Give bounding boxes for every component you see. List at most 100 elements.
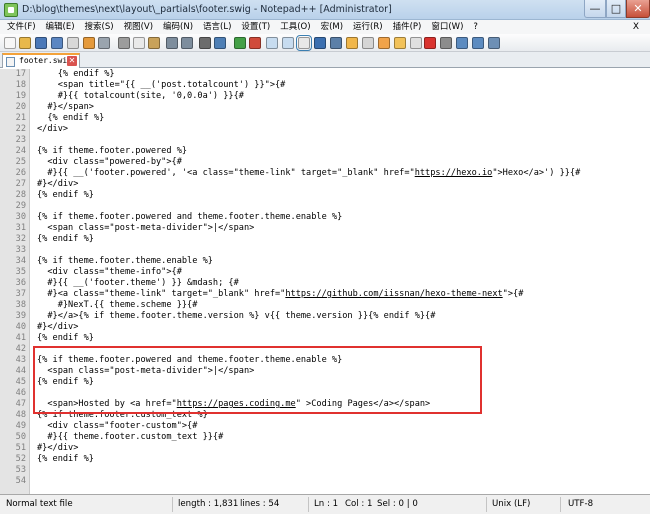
redo-icon[interactable] bbox=[181, 37, 193, 49]
code-line: 40 #}</div> bbox=[0, 322, 650, 333]
title-bar[interactable]: D:\blog\themes\next\layout\_partials\foo… bbox=[0, 0, 650, 20]
menu-view[interactable]: 视图(V) bbox=[119, 20, 158, 34]
show-all-chars-icon[interactable] bbox=[314, 37, 326, 49]
status-bar: Normal text file length : 1,831 lines : … bbox=[0, 494, 650, 514]
save-icon[interactable] bbox=[35, 37, 47, 49]
user-language-icon[interactable] bbox=[346, 37, 358, 49]
menu-search[interactable]: 搜索(S) bbox=[80, 20, 119, 34]
line-number: 29 bbox=[15, 201, 26, 211]
record-macro-icon[interactable] bbox=[424, 37, 436, 49]
code-line: 29 bbox=[0, 201, 650, 212]
maximize-button[interactable]: □ bbox=[606, 0, 626, 18]
find-icon[interactable] bbox=[199, 37, 211, 49]
line-text: {% endif %} bbox=[37, 69, 115, 79]
line-number: 35 bbox=[15, 267, 26, 277]
line-number: 18 bbox=[15, 80, 26, 90]
tab-close-icon[interactable]: ✕ bbox=[67, 56, 77, 66]
line-text: <div class="powered-by">{# bbox=[37, 157, 182, 167]
menu-macro[interactable]: 宏(M) bbox=[316, 20, 348, 34]
zoom-out-icon[interactable] bbox=[249, 37, 261, 49]
play-macro-icon[interactable] bbox=[456, 37, 468, 49]
code-line: 38 #}NexT.{{ theme.scheme }}{# bbox=[0, 300, 650, 311]
menu-settings[interactable]: 设置(T) bbox=[236, 20, 275, 34]
menu-window[interactable]: 窗口(W) bbox=[426, 20, 468, 34]
copy-icon[interactable] bbox=[133, 37, 145, 49]
code-fragment: #}{{ __('footer.powered', '<a class="the… bbox=[37, 168, 415, 178]
line-number: 19 bbox=[15, 91, 26, 101]
line-number: 49 bbox=[15, 421, 26, 431]
notepad-app-icon[interactable] bbox=[4, 3, 18, 17]
line-number: 39 bbox=[15, 311, 26, 321]
play-multiple-macro-icon[interactable] bbox=[472, 37, 484, 49]
code-line: 24 {% if theme.footer.powered %} bbox=[0, 146, 650, 157]
menu-file[interactable]: 文件(F) bbox=[2, 20, 41, 34]
line-number: 43 bbox=[15, 355, 26, 365]
new-file-icon[interactable] bbox=[4, 37, 16, 49]
code-url-link[interactable]: https://hexo.io bbox=[415, 168, 493, 178]
code-url-link[interactable]: https://github.com/iissnan/hexo-theme-ne… bbox=[285, 289, 502, 299]
word-wrap-icon[interactable] bbox=[296, 35, 312, 51]
code-line: 51 #}</div> bbox=[0, 443, 650, 454]
line-text: <span title="{{ __('post.totalcount') }}… bbox=[37, 80, 286, 90]
status-length: length : 1,831 bbox=[178, 499, 239, 509]
save-all-icon[interactable] bbox=[51, 37, 63, 49]
open-file-icon[interactable] bbox=[19, 37, 31, 49]
line-text: #}</div> bbox=[37, 322, 79, 332]
close-all-icon[interactable] bbox=[83, 37, 95, 49]
status-file-type: Normal text file bbox=[6, 499, 73, 509]
undo-icon[interactable] bbox=[166, 37, 178, 49]
line-number: 26 bbox=[15, 168, 26, 178]
close-file-icon[interactable] bbox=[67, 37, 79, 49]
line-text: #}{{ totalcount(site, '0,0.0a') }}{# bbox=[37, 91, 244, 101]
line-number: 47 bbox=[15, 399, 26, 409]
function-list-icon[interactable] bbox=[378, 37, 390, 49]
menu-help[interactable]: ? bbox=[468, 20, 483, 34]
tab-footer-swig[interactable]: footer.swig ✕ bbox=[2, 53, 80, 68]
line-text: #}NexT.{{ theme.scheme }}{# bbox=[37, 300, 198, 310]
code-line: 26 #}{{ __('footer.powered', '<a class="… bbox=[0, 168, 650, 179]
menu-encoding[interactable]: 编码(N) bbox=[158, 20, 198, 34]
file-icon bbox=[6, 57, 15, 67]
code-fragment: #}<a class="theme-link" target="_blank" … bbox=[37, 289, 286, 299]
line-text: #}{{ theme.footer.custom_text }}{# bbox=[37, 432, 224, 442]
menu-plugins[interactable]: 插件(P) bbox=[388, 20, 427, 34]
line-number: 20 bbox=[15, 102, 26, 112]
menu-run[interactable]: 运行(R) bbox=[348, 20, 388, 34]
status-selection: Sel : 0 | 0 bbox=[377, 499, 418, 509]
menu-edit[interactable]: 编辑(E) bbox=[41, 20, 80, 34]
line-number: 52 bbox=[15, 454, 26, 464]
code-line: 36 #}{{ __('footer.theme') }} &mdash; {# bbox=[0, 278, 650, 289]
status-eol: Unix (LF) bbox=[492, 499, 531, 509]
code-editor[interactable]: 17 {% endif %} 18 <span title="{{ __('pos… bbox=[0, 69, 650, 494]
indent-guide-icon[interactable] bbox=[330, 37, 342, 49]
folder-workspace-icon[interactable] bbox=[394, 37, 406, 49]
code-line: 41 {% endif %} bbox=[0, 333, 650, 344]
toolbar bbox=[0, 34, 650, 52]
line-number: 34 bbox=[15, 256, 26, 266]
menu-tools[interactable]: 工具(O) bbox=[275, 20, 315, 34]
close-document-x[interactable]: X bbox=[628, 20, 644, 34]
paste-icon[interactable] bbox=[148, 37, 160, 49]
line-number: 44 bbox=[15, 366, 26, 376]
code-fragment: ">{# bbox=[502, 289, 524, 299]
doc-map-icon[interactable] bbox=[362, 37, 374, 49]
save-macro-icon[interactable] bbox=[488, 37, 500, 49]
replace-icon[interactable] bbox=[214, 37, 226, 49]
line-number: 51 bbox=[15, 443, 26, 453]
line-number: 17 bbox=[15, 69, 26, 79]
monitoring-icon[interactable] bbox=[410, 37, 422, 49]
close-window-button[interactable]: ✕ bbox=[626, 0, 650, 18]
cut-icon[interactable] bbox=[118, 37, 130, 49]
sync-vertical-icon[interactable] bbox=[266, 37, 278, 49]
code-line: 23 bbox=[0, 135, 650, 146]
minimize-button[interactable]: — bbox=[584, 0, 606, 18]
menu-language[interactable]: 语言(L) bbox=[198, 20, 236, 34]
line-number: 36 bbox=[15, 278, 26, 288]
sync-horizontal-icon[interactable] bbox=[282, 37, 294, 49]
stop-macro-icon[interactable] bbox=[440, 37, 452, 49]
line-number: 54 bbox=[15, 476, 26, 486]
zoom-in-icon[interactable] bbox=[234, 37, 246, 49]
code-line: 18 <span title="{{ __('post.totalcount')… bbox=[0, 80, 650, 91]
print-icon[interactable] bbox=[98, 37, 110, 49]
window-title: D:\blog\themes\next\layout\_partials\foo… bbox=[22, 4, 392, 15]
